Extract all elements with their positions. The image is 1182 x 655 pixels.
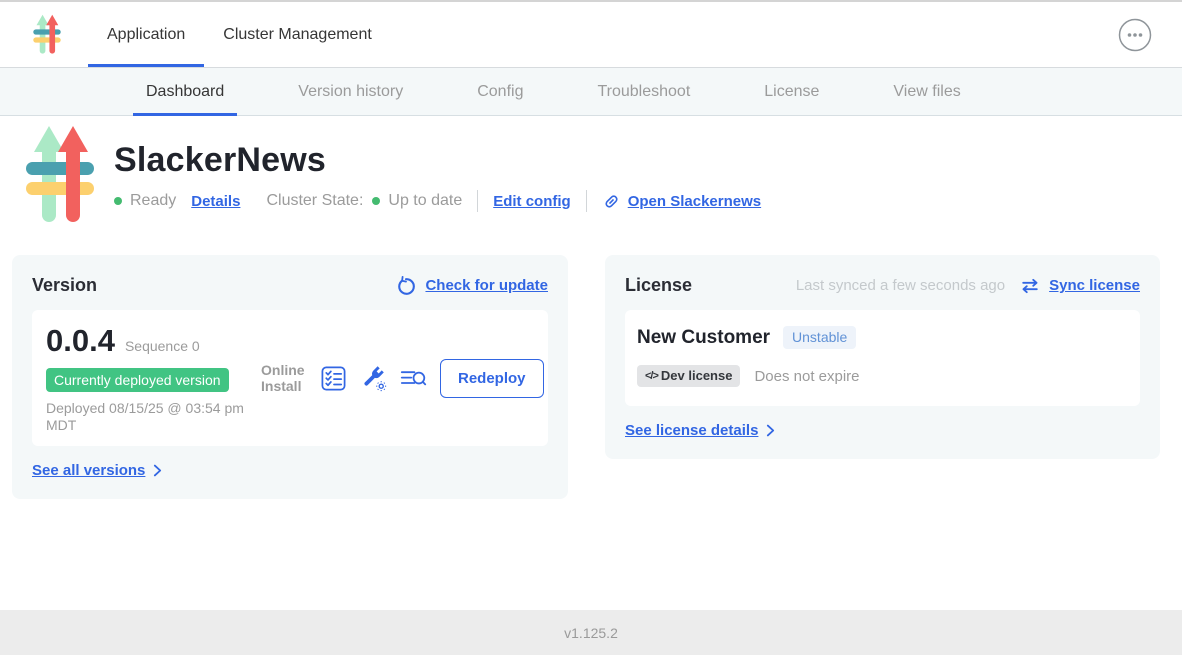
- tab-license[interactable]: License: [751, 68, 832, 115]
- cluster-state-dot: [372, 197, 380, 205]
- license-type-badge: </> Dev license: [637, 365, 740, 387]
- app-status-label: Ready: [130, 192, 176, 210]
- tab-cluster-management[interactable]: Cluster Management: [204, 2, 391, 67]
- deployed-timestamp: Deployed 08/15/25 @ 03:54 pm MDT: [46, 400, 246, 433]
- see-all-versions-label: See all versions: [32, 462, 145, 479]
- tab-troubleshoot[interactable]: Troubleshoot: [584, 68, 703, 115]
- main-content: SlackerNews Ready Details Cluster State:…: [0, 116, 1182, 610]
- app-header: SlackerNews Ready Details Cluster State:…: [20, 124, 1182, 228]
- app-status-dot: [114, 197, 122, 205]
- open-app-link[interactable]: Open Slackernews: [602, 192, 761, 211]
- tab-application[interactable]: Application: [88, 2, 204, 67]
- edit-config-link[interactable]: Edit config: [493, 193, 571, 210]
- check-for-update-link[interactable]: Check for update: [396, 276, 548, 296]
- tab-view-files[interactable]: View files: [880, 68, 973, 115]
- refresh-icon: [396, 276, 416, 296]
- open-app-link-label: Open Slackernews: [628, 193, 761, 210]
- version-card: Version Check for update 0.0.4 Sequence: [12, 255, 568, 499]
- link-icon: [602, 192, 621, 211]
- license-details-panel: New Customer Unstable </> Dev license Do…: [625, 310, 1140, 406]
- more-menu-button[interactable]: [1118, 18, 1152, 52]
- view-logs-icon[interactable]: [400, 365, 427, 392]
- app-status-row: Ready Details Cluster State: Up to date …: [114, 190, 761, 212]
- customer-name: New Customer: [637, 327, 770, 349]
- see-license-details-label: See license details: [625, 422, 758, 439]
- last-synced-label: Last synced a few seconds ago: [796, 277, 1005, 294]
- sync-license-link[interactable]: Sync license: [1049, 277, 1140, 294]
- slackernews-logo-icon: [30, 14, 64, 56]
- admin-console-page: Application Cluster Management Dashboard…: [0, 0, 1182, 655]
- ellipsis-icon: [1118, 18, 1152, 52]
- app-logo-small: [30, 13, 64, 57]
- currently-deployed-badge: Currently deployed version: [46, 368, 229, 392]
- current-version-panel: 0.0.4 Sequence 0 Currently deployed vers…: [32, 310, 548, 446]
- top-nav-tabs: Application Cluster Management: [88, 2, 391, 67]
- redeploy-button[interactable]: Redeploy: [440, 359, 544, 398]
- preflight-checks-icon[interactable]: [320, 365, 347, 392]
- details-link[interactable]: Details: [191, 193, 240, 210]
- page-title: SlackerNews: [114, 140, 761, 180]
- tab-version-history[interactable]: Version history: [285, 68, 416, 115]
- divider: [586, 190, 587, 212]
- app-sub-nav: Dashboard Version history Config Trouble…: [0, 68, 1182, 116]
- check-for-update-label: Check for update: [425, 277, 548, 294]
- config-tools-icon[interactable]: [360, 365, 387, 392]
- chevron-right-icon: [153, 464, 162, 477]
- channel-badge: Unstable: [783, 326, 856, 349]
- dashboard-cards: Version Check for update 0.0.4 Sequence: [12, 255, 1170, 499]
- sync-arrows-icon: [1020, 276, 1040, 296]
- version-number: 0.0.4: [46, 323, 115, 359]
- cluster-state-value: Up to date: [388, 192, 462, 210]
- install-type-label: Online Install: [261, 362, 307, 394]
- see-all-versions-link[interactable]: See all versions: [32, 462, 162, 479]
- top-nav: Application Cluster Management: [0, 2, 1182, 68]
- version-card-title: Version: [32, 275, 97, 296]
- cluster-state-label: Cluster State:: [266, 192, 363, 210]
- app-logo-large: [20, 124, 100, 228]
- tab-dashboard[interactable]: Dashboard: [133, 68, 237, 115]
- console-version-label: v1.125.2: [564, 625, 618, 641]
- sequence-label: Sequence 0: [125, 338, 200, 354]
- license-expiration: Does not expire: [754, 368, 859, 385]
- footer: v1.125.2: [0, 610, 1182, 655]
- slackernews-logo-icon: [20, 124, 100, 228]
- license-type-label: Dev license: [661, 368, 733, 383]
- license-card: License Last synced a few seconds ago Sy…: [605, 255, 1160, 459]
- license-card-title: License: [625, 275, 692, 296]
- divider: [477, 190, 478, 212]
- tab-config[interactable]: Config: [464, 68, 536, 115]
- see-license-details-link[interactable]: See license details: [625, 422, 775, 439]
- chevron-right-icon: [766, 424, 775, 437]
- code-icon: </>: [645, 370, 658, 382]
